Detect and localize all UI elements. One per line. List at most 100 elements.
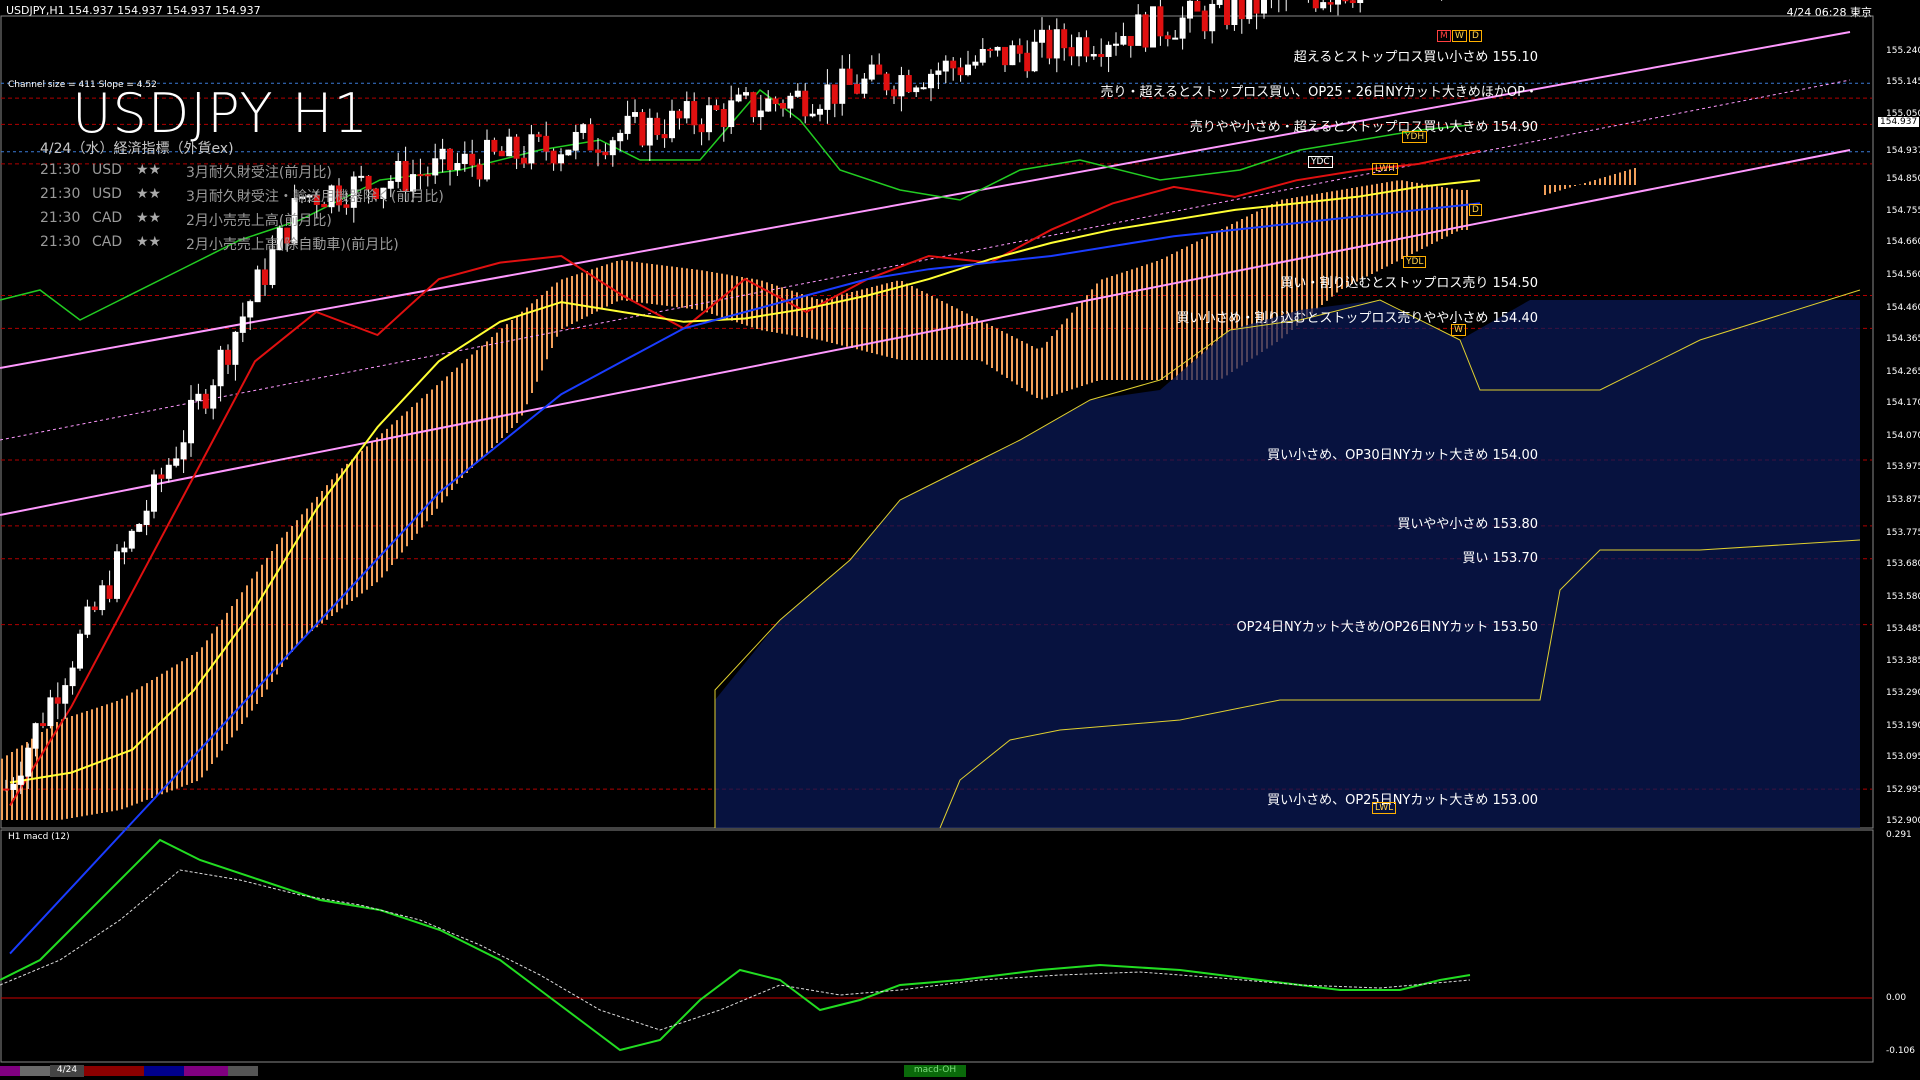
candle-up [861,78,868,94]
tag-lwh: LWH [1372,163,1398,175]
tag-d: D [1469,30,1482,42]
candle-down [780,102,786,109]
candle-up [735,94,742,102]
candle-up [617,132,624,142]
candle-down [535,134,542,137]
price-tick-label: 155.145 [1886,77,1920,88]
candle-down [602,151,609,156]
chart-title: USDJPY H1 [72,82,369,145]
level-label: 買い・割り込むとストップロス売り 154.50 [1280,276,1538,291]
candle-down [106,585,113,599]
candle-up [565,149,572,156]
events-header: 4/24（水）経済指標（外貨ex) [40,141,234,157]
price-tick-label: 154.170 [1886,398,1920,409]
candle-up [683,101,690,119]
price-tick-label: 152.995 [1886,784,1920,795]
price-tick-label: 153.875 [1886,495,1920,506]
event-importance: ★★ [136,210,162,226]
candle-up [572,131,579,151]
candle-up [128,530,135,549]
candle-down [676,110,683,119]
candle-up [757,110,764,118]
macd-button[interactable]: macd-OH [904,1065,966,1077]
lower-cloud [715,300,1860,828]
macd-axis-zero: 0.00 [1886,993,1907,1003]
candle-up [77,633,83,669]
candle-up [1039,29,1045,43]
candle-up [1105,44,1112,57]
price-tick-label: 153.485 [1886,623,1920,634]
candle-up [994,46,1001,51]
tag-ydc: YDC [1308,156,1333,168]
candle-down [587,124,594,151]
candle-up [1009,45,1016,66]
candle-up [151,474,157,512]
candle-up [1053,29,1060,59]
candle-down [891,89,897,97]
candle-up [47,697,54,727]
candle-up [920,87,927,90]
candle-up [743,92,749,96]
candle-up [180,442,187,460]
candle-down [1342,0,1349,2]
candle-down [1349,0,1356,4]
macd-line [0,838,1471,1052]
candle-down [1002,46,1008,66]
candle-up [439,148,446,160]
candle-up [972,61,979,66]
candle-down [691,101,698,126]
candle-down [846,68,853,85]
event-name: 2月小売売上高(除自動車)(前月比) [186,237,399,253]
candle-down [91,606,98,611]
candle-down [698,124,705,133]
level-label: 超えるとストップロス買い小さめ 155.10 [1293,50,1538,65]
macd-axis-bottom: -0.106 [1886,1046,1916,1056]
candle-up [173,458,180,466]
candle-up [195,393,202,401]
event-name: 2月小売売上高(前月比) [186,213,332,229]
level-label: 買い小さめ、OP30日NYカット大きめ 154.00 [1267,448,1538,463]
tag-ydh: YDH [1402,131,1428,143]
candle-down [1127,36,1134,46]
candle-down [1157,6,1164,37]
price-tick-label: 153.680 [1886,559,1920,570]
event-currency: USD [92,162,122,178]
candle-down [987,48,994,51]
candle-down [476,164,483,180]
level-label: 買い 153.70 [1462,551,1538,566]
event-name: 3月耐久財受注・輸送用機器除く(前月比) [186,189,444,205]
level-label: 買いやや小さめ 153.80 [1397,517,1538,532]
candle-up [817,108,823,115]
candle-up [1120,36,1127,45]
candle-up [484,139,490,180]
price-tick-label: 154.070 [1886,431,1920,441]
candle-up [979,48,986,63]
price-tick-label: 152.900 [1886,816,1920,826]
candle-up [114,551,120,599]
candle-down [1068,47,1075,57]
price-tick-label: 153.975 [1886,462,1920,473]
candle-up [809,113,816,117]
candle-up [1179,17,1186,39]
candle-down [54,697,61,704]
price-tick-label: 153.290 [1886,687,1920,698]
candle-down [1098,54,1105,57]
candle-up [528,134,535,164]
current-price-tag: 154.937 [1878,117,1920,127]
candle-up [62,685,69,704]
event-importance: ★★ [136,162,162,178]
candle-up [17,775,24,785]
candle-up [787,95,794,109]
candle-down [424,174,431,177]
macd-title: H1 macd (12) [8,832,70,842]
candle-up [942,60,949,72]
candle-up [143,510,150,526]
candle-down [40,723,46,727]
event-currency: CAD [92,210,123,226]
candle-down [750,92,757,118]
price-tick-label: 153.190 [1886,720,1920,731]
candle-up [99,585,106,611]
candle-down [854,83,860,94]
candle-down [1164,35,1171,40]
candle-up [358,175,365,178]
